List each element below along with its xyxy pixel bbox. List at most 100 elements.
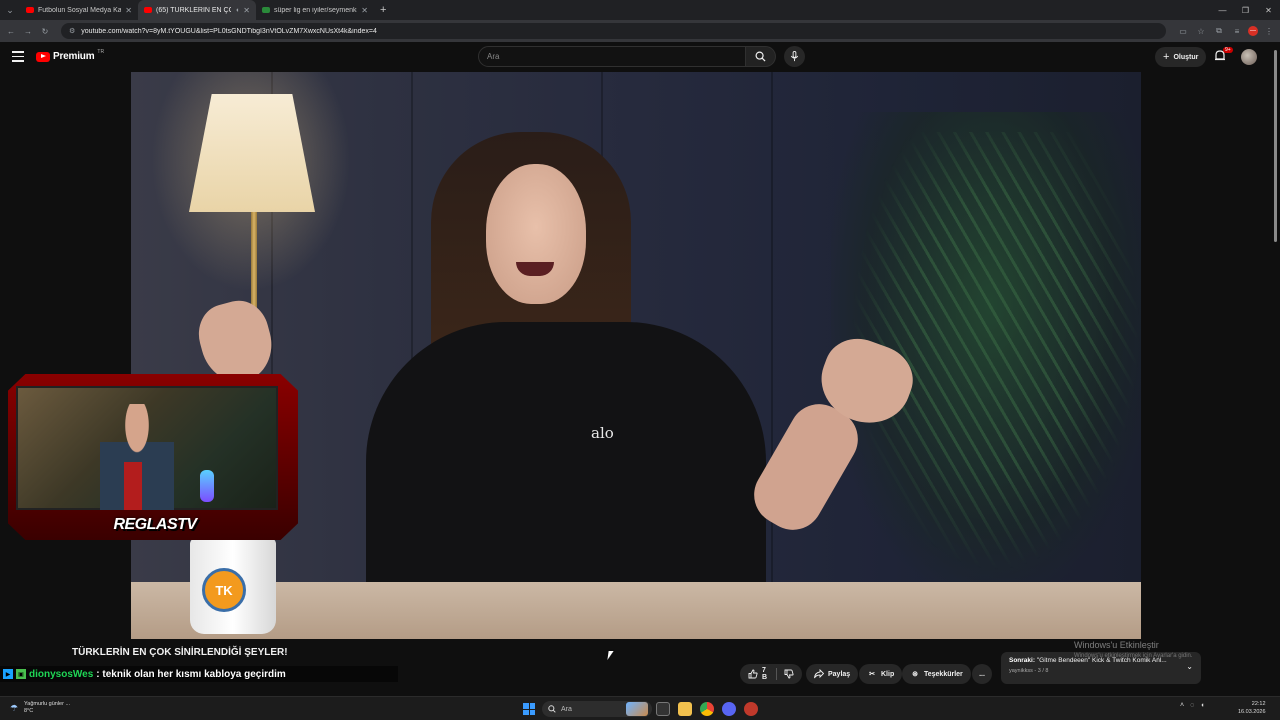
video-player[interactable]: alo bbox=[131, 72, 1141, 639]
like-count: 7 B bbox=[762, 667, 768, 681]
next-meta: yaynikkss - 3 / 8 bbox=[1009, 668, 1049, 674]
chevron-down-icon[interactable]: ⌄ bbox=[1186, 662, 1193, 671]
bookmark-star-icon[interactable]: ☆ bbox=[1194, 24, 1208, 38]
next-prefix: Sonraki: bbox=[1009, 657, 1036, 664]
minimize-icon[interactable]: — bbox=[1211, 0, 1234, 20]
search-icon bbox=[548, 705, 556, 713]
tab-close-icon[interactable]: ✕ bbox=[243, 6, 250, 15]
profile-icon[interactable]: — bbox=[1248, 26, 1258, 36]
youtube-favicon-icon bbox=[26, 7, 34, 13]
account-avatar[interactable] bbox=[1241, 49, 1257, 65]
reading-list-icon[interactable]: ≡ bbox=[1230, 24, 1244, 38]
tab-3[interactable]: süper lig en iyiler/seymenkiran... ✕ bbox=[256, 0, 374, 20]
streamer-shirt bbox=[124, 462, 142, 510]
start-button-icon[interactable] bbox=[523, 703, 535, 715]
like-dislike-group: 7 B bbox=[740, 664, 802, 684]
file-explorer-icon[interactable] bbox=[678, 702, 692, 716]
chat-username: dionysosWes bbox=[29, 668, 94, 680]
microphone-icon bbox=[790, 51, 799, 62]
notifications-button[interactable]: 9+ bbox=[1213, 47, 1233, 65]
like-icon[interactable] bbox=[748, 669, 758, 679]
browser-tab-strip: ⌄ Futbolun Sosyal Medya Kavgal... ✕ (65)… bbox=[0, 0, 1280, 20]
tab-2-active[interactable]: (65) TÜRKLERİN EN ÇOK SİN... ◖ ✕ bbox=[138, 0, 256, 20]
youtube-play-icon bbox=[36, 51, 50, 62]
share-icon bbox=[814, 669, 824, 679]
rain-cloud-icon: ☂ bbox=[10, 703, 19, 713]
rgb-lamp bbox=[200, 470, 214, 502]
url-omnibox[interactable]: ⚙ youtube.com/watch?v=8yM.tYOUGU&list=PL… bbox=[61, 23, 1166, 39]
window-controls: — ❐ ✕ bbox=[1211, 0, 1280, 20]
back-icon[interactable]: ← bbox=[4, 24, 18, 38]
dislike-icon[interactable] bbox=[784, 669, 794, 679]
share-label: Paylaş bbox=[828, 670, 851, 678]
tab-close-icon[interactable]: ✕ bbox=[361, 6, 368, 15]
task-view-icon[interactable] bbox=[656, 702, 670, 716]
tray-chevron-icon[interactable]: ˄ bbox=[1180, 702, 1184, 709]
clip-label: Klip bbox=[881, 670, 895, 678]
scrollbar-thumb[interactable] bbox=[1274, 50, 1277, 242]
windows-activation-subtitle: Windows'u etkinleştirmek için Ayarlar'a … bbox=[1074, 653, 1193, 659]
clip-button[interactable]: ✂ Klip bbox=[859, 664, 903, 684]
thanks-button[interactable]: ⊛ Teşekkürler bbox=[902, 664, 971, 684]
menu-icon[interactable] bbox=[12, 51, 24, 63]
thanks-icon: ⊛ bbox=[912, 671, 918, 678]
scissors-icon: ✂ bbox=[869, 671, 875, 678]
site-info-icon[interactable]: ⚙ bbox=[69, 27, 75, 35]
more-icon: ... bbox=[979, 670, 985, 678]
video-title: TÜRKLERİN EN ÇOK SİNİRLENDİĞİ ŞEYLER! bbox=[72, 647, 288, 658]
chat-badge-icon: ▣ bbox=[16, 669, 26, 679]
reload-icon[interactable]: ↻ bbox=[38, 24, 52, 38]
chrome-menu-icon[interactable]: ⋮ bbox=[1262, 24, 1276, 38]
search-highlight-icon[interactable] bbox=[626, 702, 648, 716]
chat-message: ▶ ▣ dionysosWes : teknik olan her kısmı … bbox=[0, 666, 398, 682]
divider bbox=[775, 668, 776, 680]
voice-search-button[interactable] bbox=[784, 46, 805, 67]
channel-overlay-title: REGLASTV bbox=[113, 516, 197, 533]
volume-icon[interactable]: ◖ bbox=[1200, 702, 1204, 709]
youtube-favicon-icon bbox=[144, 7, 152, 13]
extensions-icon[interactable]: ⧉ bbox=[1212, 24, 1226, 38]
weather-widget[interactable]: ☂ Yağmurlu günler ... 8°C bbox=[10, 701, 70, 715]
youtube-logo[interactable]: Premium TR bbox=[36, 49, 104, 62]
share-button[interactable]: Paylaş bbox=[806, 664, 859, 684]
tab-close-icon[interactable]: ✕ bbox=[125, 6, 132, 15]
windows-taskbar: ☂ Yağmurlu günler ... 8°C Ara ˄ ◌ ◖ 22:1… bbox=[0, 696, 1280, 720]
mouse-cursor-icon bbox=[607, 651, 614, 660]
search-input[interactable]: Ara bbox=[478, 46, 746, 67]
search-icon bbox=[755, 51, 766, 62]
create-button[interactable]: + Oluştur bbox=[1155, 47, 1207, 67]
app-icon[interactable] bbox=[744, 702, 758, 716]
tab-title: (65) TÜRKLERİN EN ÇOK SİN... bbox=[156, 6, 231, 14]
mug-logo: TK bbox=[202, 568, 246, 612]
discord-icon[interactable] bbox=[722, 702, 736, 716]
taskbar-search-placeholder: Ara bbox=[561, 705, 572, 713]
chrome-icon[interactable] bbox=[700, 702, 714, 716]
windows-activation-title: Windows'u Etkinleştir bbox=[1074, 640, 1159, 650]
weather-temp: 8°C bbox=[24, 708, 34, 714]
chat-badge-icon: ▶ bbox=[3, 669, 13, 679]
sweater-logo: alo bbox=[591, 424, 614, 442]
forward-icon[interactable]: → bbox=[21, 24, 35, 38]
clock-time: 22:12 bbox=[1251, 701, 1266, 707]
create-label: Oluştur bbox=[1173, 53, 1199, 61]
more-actions-button[interactable]: ... bbox=[972, 664, 992, 684]
desk bbox=[131, 582, 1141, 639]
taskbar-clock[interactable]: 22:12 16.03.2026 bbox=[1238, 700, 1266, 716]
search-button[interactable] bbox=[746, 46, 776, 67]
plus-icon: + bbox=[1163, 51, 1170, 63]
speaker-icon[interactable]: ◖ bbox=[235, 7, 239, 14]
page-favicon-icon bbox=[262, 7, 270, 13]
url-text: youtube.com/watch?v=8yM.tYOUGU&list=PL0t… bbox=[81, 27, 377, 35]
tab-1[interactable]: Futbolun Sosyal Medya Kavgal... ✕ bbox=[20, 0, 138, 20]
restore-icon[interactable]: ❐ bbox=[1234, 0, 1257, 20]
new-tab-button[interactable]: + bbox=[374, 4, 392, 16]
network-icon[interactable]: ◌ bbox=[1190, 702, 1194, 709]
cast-icon[interactable]: ▭ bbox=[1176, 24, 1190, 38]
close-window-icon[interactable]: ✕ bbox=[1257, 0, 1280, 20]
tab-search-icon[interactable]: ⌄ bbox=[0, 0, 20, 20]
system-tray: ˄ ◌ ◖ bbox=[1180, 702, 1205, 709]
chat-text: : teknik olan her kısmı kabloya geçirdim bbox=[96, 668, 286, 680]
weather-text: Yağmurlu günler ... bbox=[24, 701, 71, 707]
clock-date: 16.03.2026 bbox=[1238, 709, 1266, 715]
address-bar-row: ← → ↻ ⚙ youtube.com/watch?v=8yM.tYOUGU&l… bbox=[0, 20, 1280, 42]
